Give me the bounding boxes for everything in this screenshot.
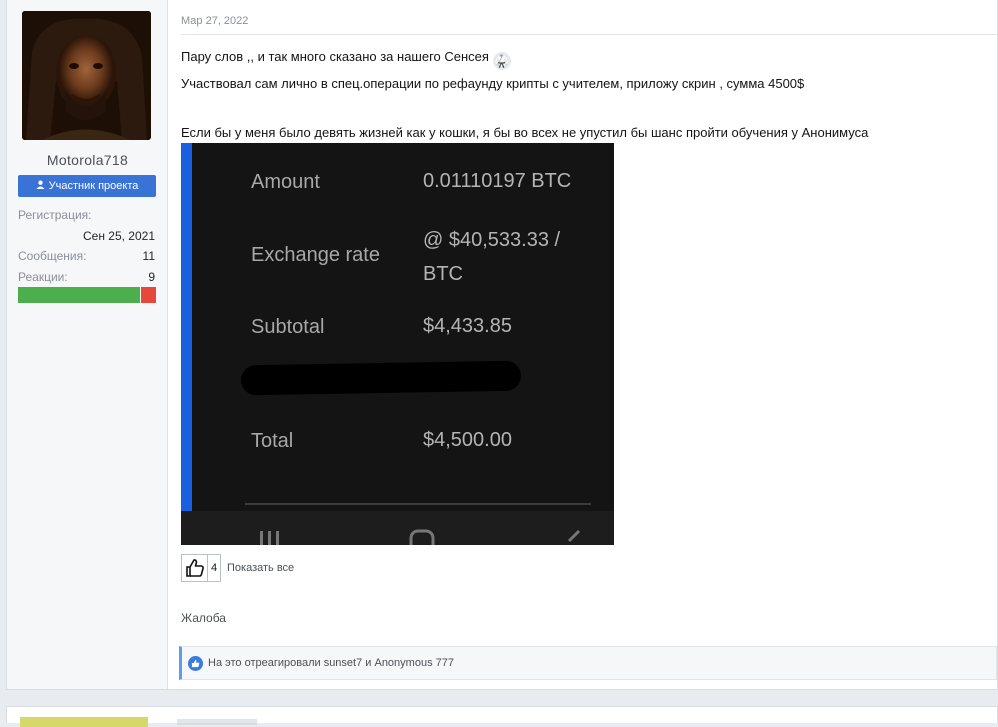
subtotal-value: $4,433.85	[423, 315, 512, 337]
messages-value: 11	[142, 249, 155, 263]
like-row: 4 Показать все	[181, 554, 294, 582]
registration-value: Сен 25, 2021	[82, 229, 155, 243]
header-divider	[181, 34, 997, 35]
reactions-label: Реакции:	[18, 270, 68, 284]
screenshot-accent-bar	[181, 143, 192, 511]
registration-label: Регистрация:	[18, 208, 92, 222]
reactions-text: На это отреагировали sunset7 и Anonymous…	[208, 657, 454, 669]
show-all-link[interactable]: Показать все	[227, 562, 294, 574]
user-avatar[interactable]	[22, 11, 151, 140]
next-post-avatar[interactable]	[20, 717, 148, 727]
subtotal-label: Subtotal	[251, 316, 325, 338]
amount-label: Amount	[251, 171, 320, 193]
attached-screenshot[interactable]: Amount 0.01110197 BTC Exchange rate @ $4…	[181, 143, 614, 545]
exchange-rate-label: Exchange rate	[251, 244, 380, 266]
user-sidebar: Motorola718 Участник проекта Регистрация…	[7, 0, 168, 689]
message-line-3: Если бы у меня было девять жизней как у …	[181, 125, 869, 140]
exchange-rate-value: @ $40,533.33 / BTC	[423, 229, 561, 285]
forum-post: Motorola718 Участник проекта Регистрация…	[6, 0, 998, 690]
user-icon	[36, 180, 45, 192]
martial-arts-uniform-icon: 🥋	[492, 52, 511, 70]
total-label: Total	[251, 430, 294, 452]
screenshot-divider	[245, 503, 591, 505]
amount-value: 0.01110197 BTC	[423, 170, 572, 192]
username[interactable]: Motorola718	[7, 152, 168, 168]
role-badge: Участник проекта	[18, 175, 156, 197]
like-count: 4	[208, 554, 221, 582]
post-date[interactable]: Мар 27, 2022	[181, 15, 248, 27]
role-label: Участник проекта	[48, 180, 139, 192]
message-text-1: Пару слов ,, и так много сказано за наше…	[181, 49, 489, 64]
post-content: Мар 27, 2022 Пару слов ,, и так много ск…	[169, 0, 997, 689]
message-line-2: Участвовал сам лично в спец.операции по …	[181, 76, 805, 91]
recent-apps-icon	[260, 531, 279, 545]
positive-reactions-fill	[18, 287, 140, 303]
negative-reactions-fill	[140, 287, 156, 303]
messages-label: Сообщения:	[18, 249, 87, 263]
reaction-ratio-bar	[18, 287, 156, 303]
next-post-date	[177, 719, 257, 725]
total-value: $4,500.00	[423, 429, 512, 451]
back-icon	[567, 529, 581, 543]
like-reaction-icon	[188, 655, 203, 671]
next-post-preview	[6, 706, 998, 727]
reactions-summary[interactable]: На это отреагировали sunset7 и Anonymous…	[179, 646, 997, 680]
phone-nav-bar	[181, 511, 614, 545]
reactions-value: 9	[148, 270, 155, 284]
home-icon	[409, 529, 435, 545]
redaction-scribble	[240, 360, 522, 396]
like-button[interactable]	[181, 554, 208, 582]
message-line-1: Пару слов ,, и так много сказано за наше…	[181, 48, 511, 70]
report-link[interactable]: Жалоба	[181, 611, 226, 625]
thumbs-up-icon	[185, 559, 204, 577]
